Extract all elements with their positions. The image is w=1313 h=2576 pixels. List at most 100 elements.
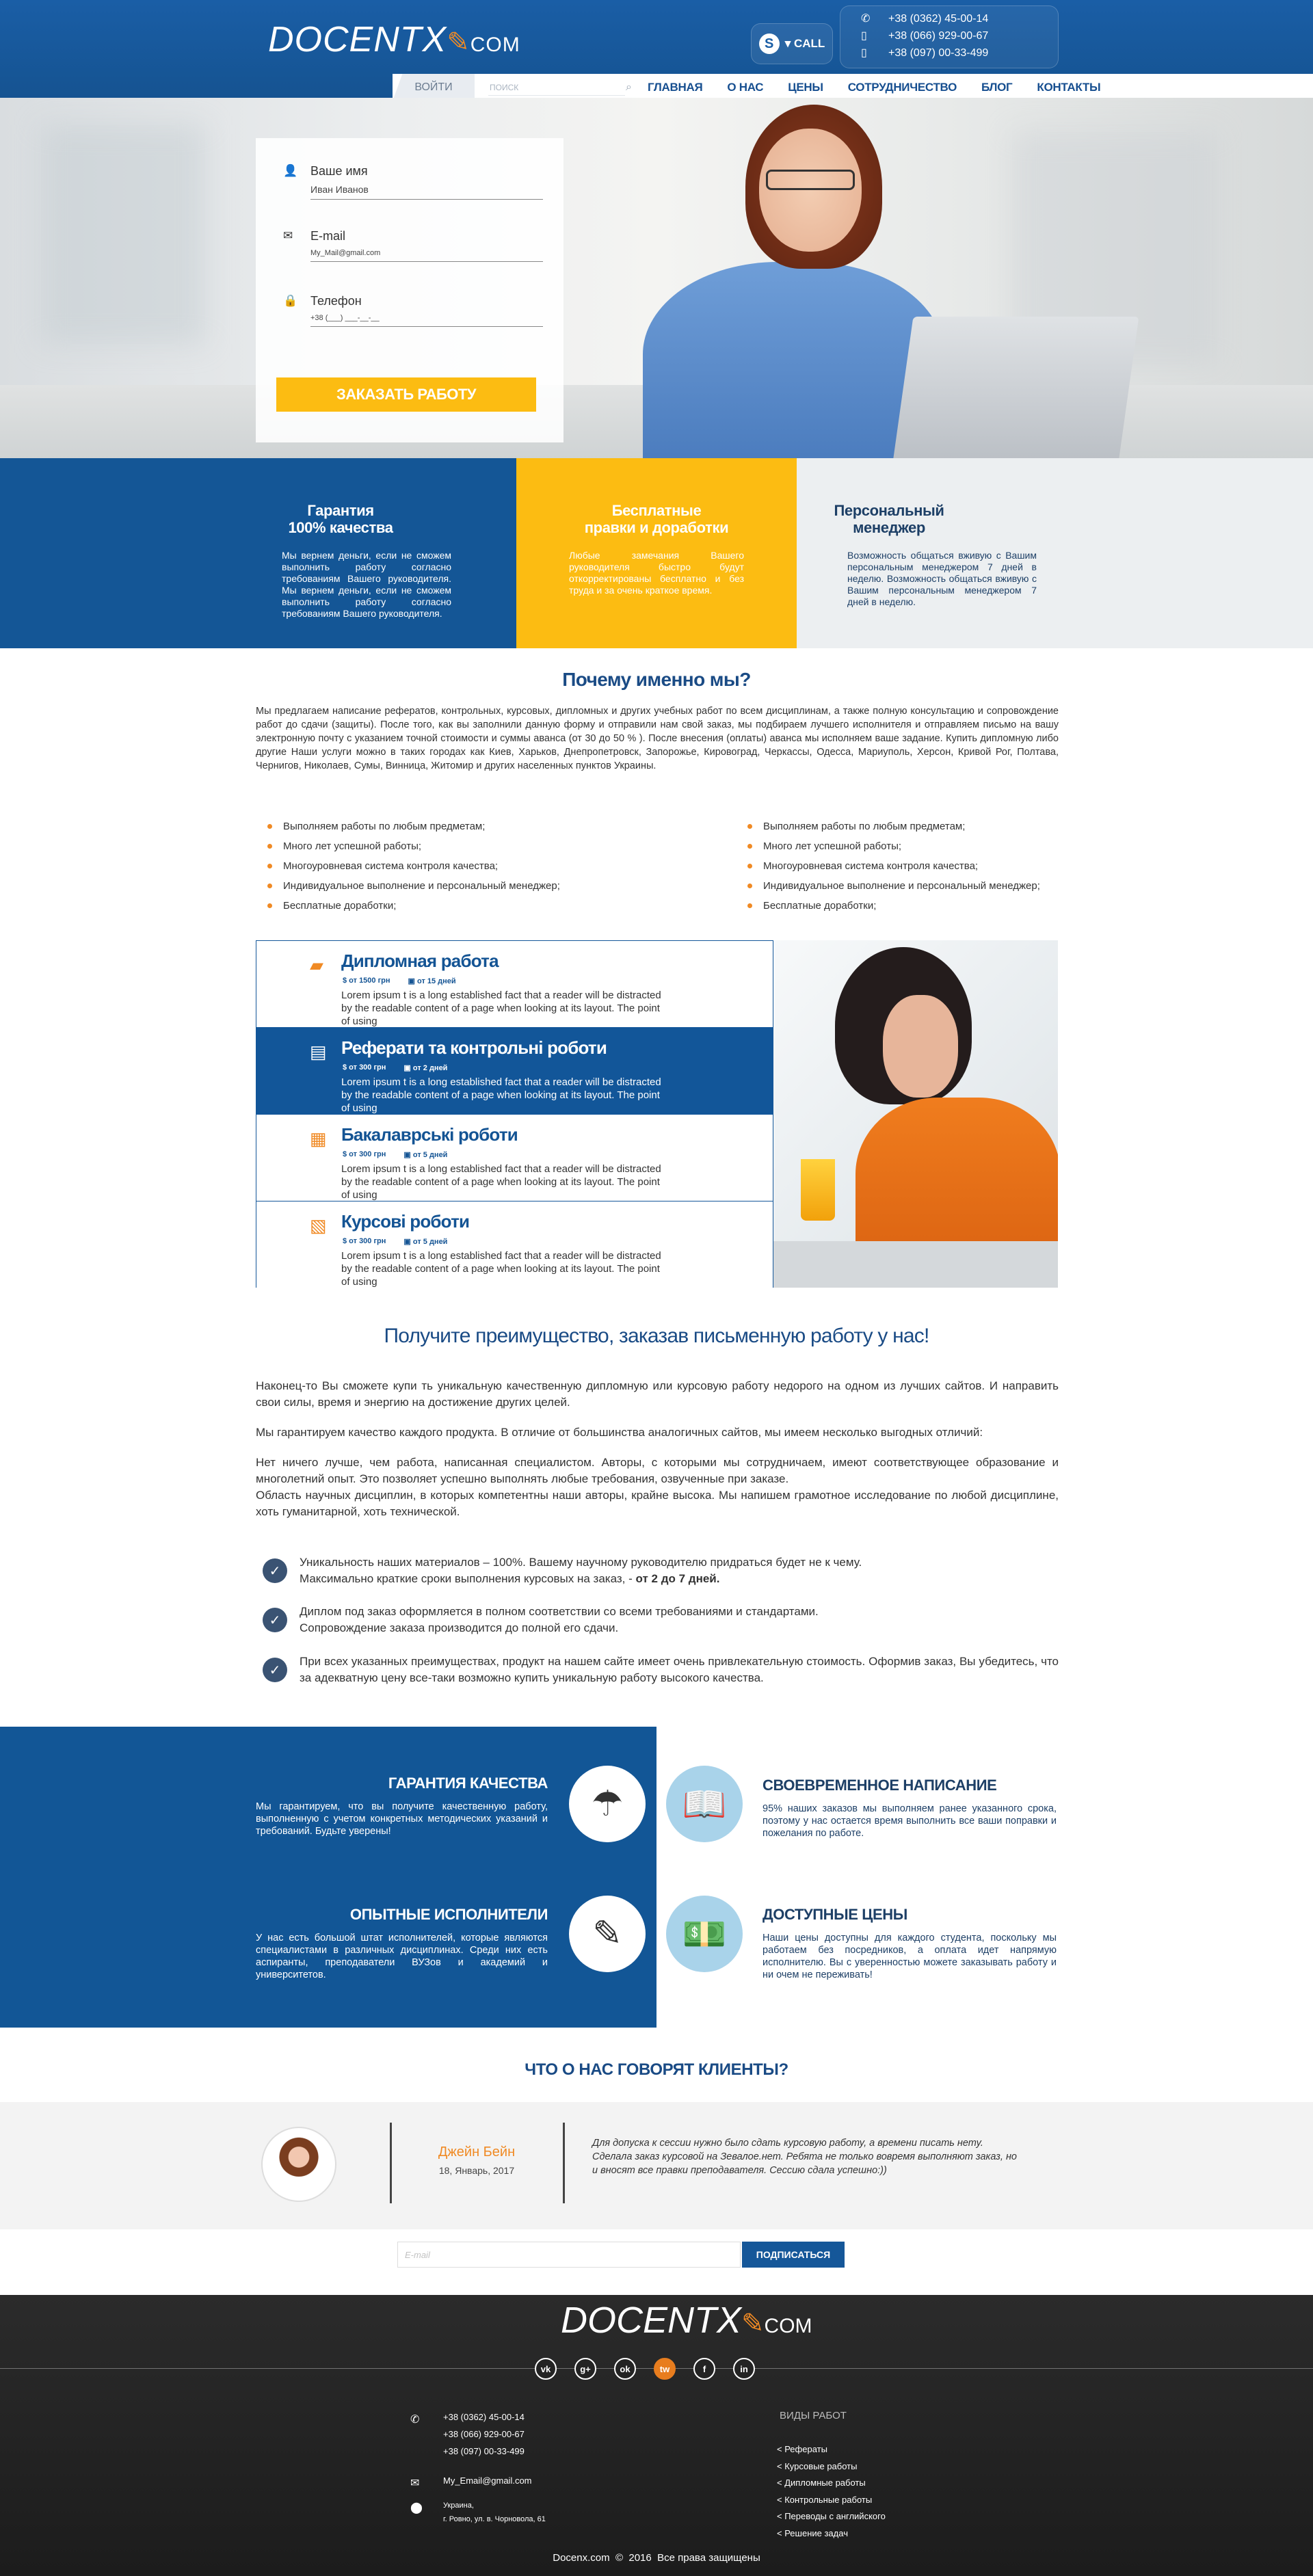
google-plus-icon[interactable]: g+: [574, 2358, 596, 2380]
feature-quality: Гарантия 100% качества Мы вернем деньги,…: [0, 458, 516, 648]
service-diploma[interactable]: ▰ Дипломная работа $ от 1500 грн ▣ от 15 …: [256, 941, 773, 1028]
search-input[interactable]: ПОИСК ⌕: [488, 79, 632, 96]
footer-link[interactable]: < Решение задач: [777, 2525, 886, 2542]
testimonial-date: 18, Январь, 2017: [438, 2165, 515, 2176]
footer-link[interactable]: < Контрольные работы: [777, 2492, 886, 2509]
nav-item-about[interactable]: О НАС: [715, 81, 775, 94]
list-item: Бесплатные доработки;: [256, 896, 639, 916]
name-field[interactable]: 👤 Ваше имя Иван Иванов: [283, 164, 543, 200]
footer-logo[interactable]: DOCENTX✎COM: [561, 2299, 812, 2341]
folder-icon: ▰: [310, 955, 323, 975]
student-photo: [773, 940, 1058, 1288]
calendar-icon: ▣ от 2 дней: [403, 1064, 448, 1072]
location-pin-icon: ⬤: [410, 2502, 423, 2514]
user-icon: 👤: [283, 164, 298, 177]
footer-link[interactable]: < Курсовые работы: [777, 2458, 886, 2475]
odnoklassniki-icon[interactable]: ok: [614, 2358, 636, 2380]
list-item: Бесплатные доработки;: [736, 896, 1119, 916]
subscribe-email-input[interactable]: E-mail: [397, 2242, 741, 2268]
header-phone-2[interactable]: ▯ +38 (066) 929-00-67: [861, 27, 1058, 44]
copyright: Docenx.com © 2016 Все права защищены: [553, 2552, 760, 2564]
login-button[interactable]: ВОЙТИ: [393, 74, 475, 101]
nav-item-cooperation[interactable]: СОТРУДНИЧЕСТВО: [836, 81, 969, 94]
mobile-icon: ▯: [861, 30, 867, 42]
ontime-block: СВОЕВРЕМЕННОЕ НАПИСАНИЕ 95% наших заказо…: [762, 1777, 1057, 1839]
calendar-icon: ▣ от 15 дней: [408, 977, 456, 985]
header-phone-1[interactable]: ✆ +38 (0362) 45-00-14: [861, 10, 1058, 27]
book-icon: 📖: [666, 1766, 743, 1842]
search-icon[interactable]: ⌕: [626, 79, 632, 96]
site-logo[interactable]: DOCENTX✎COM: [268, 19, 520, 60]
services-list: ▰ Дипломная работа $ от 1500 грн ▣ от 15 …: [256, 940, 773, 1288]
linkedin-icon[interactable]: in: [733, 2358, 755, 2380]
phone-icon: ✆: [410, 2414, 420, 2426]
subscribe-button[interactable]: ПОДПИСАТЬСЯ: [742, 2242, 845, 2268]
footer-services-title: ВИДЫ РАБОТ: [780, 2410, 847, 2421]
footer-link[interactable]: < Дипломные работы: [777, 2475, 886, 2492]
nav-item-blog[interactable]: БЛОГ: [969, 81, 1024, 94]
footer-address: ⬤ Украина, г. Ровно, ул. в. Чорновола, 6…: [410, 2501, 546, 2523]
laptop-image: [892, 317, 1139, 458]
list-item: Многоуровневая система контроля качества…: [736, 856, 1119, 876]
email-field[interactable]: ✉ E-mail My_Mail@gmail.com: [283, 229, 543, 262]
prices-block: ДОСТУПНЫЕ ЦЕНЫ Наши цены доступны для ка…: [762, 1906, 1057, 1980]
list-item: Многоуровневая система контроля качества…: [256, 856, 639, 876]
list-item: Выполняем работы по любым предметам;: [736, 816, 1119, 836]
order-button[interactable]: ЗАКАЗАТЬ РАБОТУ: [276, 377, 536, 412]
nav-item-home[interactable]: ГЛАВНАЯ: [635, 81, 715, 94]
footer-services-list: < Рефераты < Курсовые работы < Дипломные…: [777, 2441, 886, 2542]
lock-icon: 🔒: [283, 294, 298, 307]
header-phone-3[interactable]: ▯ +38 (097) 00-33-499: [861, 44, 1058, 62]
page: DOCENTX✎COM S ▾ CALL ✆ +38 (0362) 45-00-1…: [0, 0, 1313, 2576]
list-item: Индивидуальное выполнение и персональный…: [256, 876, 639, 896]
list-item: Индивидуальное выполнение и персональный…: [736, 876, 1119, 896]
mail-icon: ✉: [410, 2478, 420, 2489]
nav-item-contacts[interactable]: КОНТАКТЫ: [1024, 81, 1113, 94]
vk-icon[interactable]: vk: [535, 2358, 557, 2380]
umbrella-icon: ☂: [569, 1766, 646, 1842]
testimonial-name: Джейн Бейн: [438, 2145, 516, 2160]
testimonials-title: ЧТО О НАС ГОВОРЯТ КЛИЕНТЫ?: [525, 2060, 788, 2079]
nav-menu: ГЛАВНАЯ О НАС ЦЕНЫ СОТРУДНИЧЕСТВО БЛОГ К…: [635, 74, 1113, 101]
footer-link[interactable]: < Рефераты: [777, 2441, 886, 2458]
pencil-icon: ✎: [569, 1896, 646, 1972]
pencil-icon: ✎: [447, 27, 470, 57]
testimonial-quote: Для допуска к сессии нужно было сдать ку…: [592, 2138, 1017, 2176]
footer-email[interactable]: ✉ My_Email@gmail.com: [410, 2472, 546, 2489]
advantage-title: Получите преимущество, заказав письменну…: [384, 1325, 929, 1347]
why-title: Почему именно мы?: [562, 669, 751, 690]
hero-banner: [0, 98, 1313, 458]
skype-call-button[interactable]: S ▾ CALL: [751, 23, 833, 64]
quality-block: ГАРАНТИЯ КАЧЕСТВА Мы гарантируем, что вы…: [256, 1775, 548, 1837]
money-icon: 💵: [666, 1896, 743, 1972]
header-phones: ✆ +38 (0362) 45-00-14 ▯ +38 (066) 929-00-6…: [840, 5, 1059, 68]
list-item: Выполняем работы по любым предметам;: [256, 816, 639, 836]
checkmark-icon: ✓: [263, 1658, 287, 1682]
phone-icon: ✆: [861, 13, 871, 25]
bullets-right: Выполняем работы по любым предметам; Мно…: [736, 816, 1119, 916]
social-links: vk g+ ok tw f in: [535, 2358, 755, 2380]
skype-icon: S: [758, 34, 780, 54]
feature-free-edits: Бесплатные правки и доработки Любые заме…: [516, 458, 797, 648]
search-document-icon: ▧: [310, 1215, 327, 1236]
certificate-icon: ▦: [310, 1128, 327, 1149]
calendar-icon: ▣ от 5 дней: [403, 1151, 448, 1159]
footer-contacts: ✆ +38 (0362) 45-00-14 +38 (066) 929-00-6…: [410, 2408, 546, 2526]
footer-link[interactable]: < Переводы с английского: [777, 2508, 886, 2525]
nav-item-prices[interactable]: ЦЕНЫ: [775, 81, 835, 94]
checkmark-icon: ✓: [263, 1608, 287, 1632]
service-essays[interactable]: ▤ Реферати та контрольні роботи $ от 300…: [256, 1028, 773, 1115]
pencil-icon: ✎: [741, 2309, 765, 2339]
advantages-grid-left: [0, 1727, 656, 2028]
advantage-text: Наконец-то Вы сможете купи ть уникальную…: [256, 1379, 1059, 1518]
phone-field[interactable]: 🔒 Телефон +38 (___) ___-__-__: [283, 294, 543, 327]
facebook-icon[interactable]: f: [693, 2358, 715, 2380]
mobile-icon: ▯: [861, 47, 867, 59]
service-bachelor[interactable]: ▦ Бакалаврські роботи $ от 300 грн ▣ от 5…: [256, 1115, 773, 1201]
checkmark-icon: ✓: [263, 1558, 287, 1583]
service-coursework[interactable]: ▧ Курсові роботи $ от 300 грн ▣ от 5 дней…: [256, 1201, 773, 1288]
twitter-icon[interactable]: tw: [654, 2358, 676, 2380]
check-item-1: ✓ Уникальность наших материалов – 100%. …: [256, 1554, 1059, 1587]
list-item: Много лет успешной работы;: [256, 836, 639, 856]
check-item-3: ✓ При всех указанных преимуществах, прод…: [256, 1654, 1059, 1686]
